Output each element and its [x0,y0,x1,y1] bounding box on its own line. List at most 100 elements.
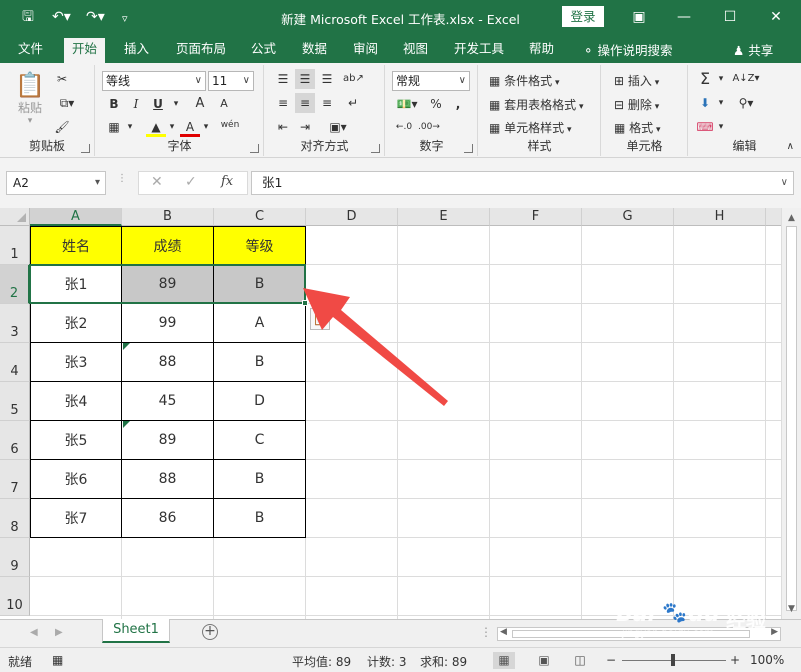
row-header-2[interactable]: 2 [0,265,30,304]
table-cell[interactable]: A [214,304,306,343]
vertical-scrollbar[interactable]: ▲ ▼ [781,208,801,619]
alignment-launcher-icon[interactable]: . [371,144,380,153]
formula-bar-resize-handle[interactable]: ⋮ [117,174,127,190]
fill-handle[interactable] [302,300,308,306]
paste-button[interactable]: 📋 粘贴 ▾ [14,71,46,133]
tab-help[interactable]: 帮助 [529,39,554,63]
column-header-a[interactable]: A [30,208,122,226]
fill-dropdown-icon[interactable]: ▾ [711,93,731,113]
table-cell[interactable]: B [214,460,306,499]
table-cell[interactable]: 张6 [30,460,122,499]
scroll-up-icon[interactable]: ▲ [782,210,801,226]
worksheet-grid[interactable]: A B C D E F G H 1 2 3 4 5 6 7 8 9 10 姓名 成绩 等级 张1 89 B 张2 99 A 张3 88 B… [0,208,781,619]
table-header-cell[interactable]: 成绩 [122,226,214,265]
italic-button[interactable]: I [126,94,146,114]
tab-page-layout[interactable]: 页面布局 [176,39,226,63]
row-header-8[interactable]: 8 [0,499,30,538]
formula-input[interactable]: 张1 ∨ [251,171,794,195]
comma-button[interactable]: , [448,94,468,114]
cancel-icon[interactable]: ✕ [151,174,163,190]
column-header-b[interactable]: B [122,208,214,226]
tab-data[interactable]: 数据 [302,39,327,63]
find-select-icon[interactable]: ⚲▾ [731,93,761,113]
currency-icon[interactable]: 💵▾ [392,94,422,114]
clipboard-launcher-icon[interactable]: . [81,144,90,153]
increase-decimal-icon[interactable]: ←.0 [394,117,414,137]
align-right-icon[interactable]: ≡ [317,93,337,113]
conditional-formatting-button[interactable]: ▦ 条件格式 ▾ [489,72,560,89]
tab-insert[interactable]: 插入 [124,39,149,63]
column-header-f[interactable]: F [490,208,582,226]
table-header-cell[interactable]: 等级 [214,226,306,265]
column-header-e[interactable]: E [398,208,490,226]
tab-developer[interactable]: 开发工具 [454,39,504,63]
select-all-button[interactable] [0,208,30,226]
decrease-indent-icon[interactable]: ⇤ [273,117,293,137]
zoom-level[interactable]: 100% [750,653,784,667]
decrease-decimal-icon[interactable]: .00→ [418,117,440,137]
column-header-d[interactable]: D [306,208,398,226]
zoom-slider-knob[interactable] [671,654,675,666]
font-color-dropdown-icon[interactable]: ▾ [196,117,216,137]
customize-quick-access-icon[interactable]: ▿ [122,10,128,28]
table-cell[interactable]: B [214,265,306,304]
normal-view-icon[interactable]: ▦ [493,652,515,669]
table-cell[interactable]: B [214,343,306,382]
table-cell[interactable]: 89 [122,265,214,304]
row-header-9[interactable]: 9 [0,538,30,577]
number-launcher-icon[interactable]: . [464,144,473,153]
name-box[interactable]: A2 ▾ [6,171,106,195]
maximize-icon[interactable]: ☐ [719,6,741,28]
tab-formulas[interactable]: 公式 [251,39,276,63]
table-cell[interactable]: 张5 [30,421,122,460]
row-header-7[interactable]: 7 [0,460,30,499]
cell-styles-button[interactable]: ▦ 单元格样式 ▾ [489,119,572,136]
row-header-5[interactable]: 5 [0,382,30,421]
font-launcher-icon[interactable]: . [250,144,259,153]
number-format-select[interactable]: 常规 ∨ [392,71,470,91]
table-cell[interactable]: 张7 [30,499,122,538]
column-header-h[interactable]: H [674,208,766,226]
increase-indent-icon[interactable]: ⇥ [295,117,315,137]
format-cells-button[interactable]: ▦ 格式 ▾ [614,119,661,136]
shrink-font-button[interactable]: A [214,94,234,114]
error-indicator-icon[interactable] [123,421,130,428]
undo-icon[interactable]: ↶▾ [52,8,71,26]
percent-button[interactable]: % [426,94,446,114]
tab-review[interactable]: 审阅 [353,39,378,63]
insert-cells-button[interactable]: ⊞ 插入 ▾ [614,72,659,89]
table-cell[interactable]: B [214,499,306,538]
row-header-3[interactable]: 3 [0,304,30,343]
ribbon-display-options-icon[interactable]: ▣ [628,6,650,28]
sheet-tab-sheet1[interactable]: Sheet1 [102,619,170,643]
zoom-in-icon[interactable]: + [730,653,740,667]
format-as-table-button[interactable]: ▦ 套用表格格式 ▾ [489,96,584,113]
clear-dropdown-icon[interactable]: ▾ [711,117,731,137]
tab-split-handle[interactable]: ⋮ [480,625,492,639]
table-cell[interactable]: D [214,382,306,421]
row-header-1[interactable]: 1 [0,226,30,265]
row-header-10[interactable]: 10 [0,577,30,616]
prev-sheet-icon[interactable]: ◀ [30,627,38,638]
tab-home[interactable]: 开始 [64,38,106,63]
table-cell[interactable]: 张2 [30,304,122,343]
table-cell[interactable]: 45 [122,382,214,421]
column-header-g[interactable]: G [582,208,674,226]
font-size-select[interactable]: 11 ∨ [208,71,254,91]
table-cell[interactable]: 88 [122,460,214,499]
error-indicator-icon[interactable] [123,343,130,350]
table-cell[interactable]: C [214,421,306,460]
vertical-scroll-thumb[interactable] [786,226,797,611]
align-bottom-icon[interactable]: ☰ [317,69,337,89]
collapse-ribbon-icon[interactable]: ∧ [787,141,794,152]
scroll-left-icon[interactable]: ◀ [500,627,507,637]
tell-me-search[interactable]: ⚬ 操作说明搜索 [583,40,672,59]
sort-filter-icon[interactable]: A↓Z▾ [731,69,761,89]
autosum-dropdown-icon[interactable]: ▾ [711,69,731,89]
grow-font-button[interactable]: A [190,94,210,114]
page-layout-view-icon[interactable]: ▣ [533,652,555,669]
paste-options-icon[interactable]: 📋 [310,308,330,330]
insert-function-button[interactable]: fx [221,174,233,189]
underline-button[interactable]: U [148,94,168,114]
table-header-cell[interactable]: 姓名 [30,226,122,265]
